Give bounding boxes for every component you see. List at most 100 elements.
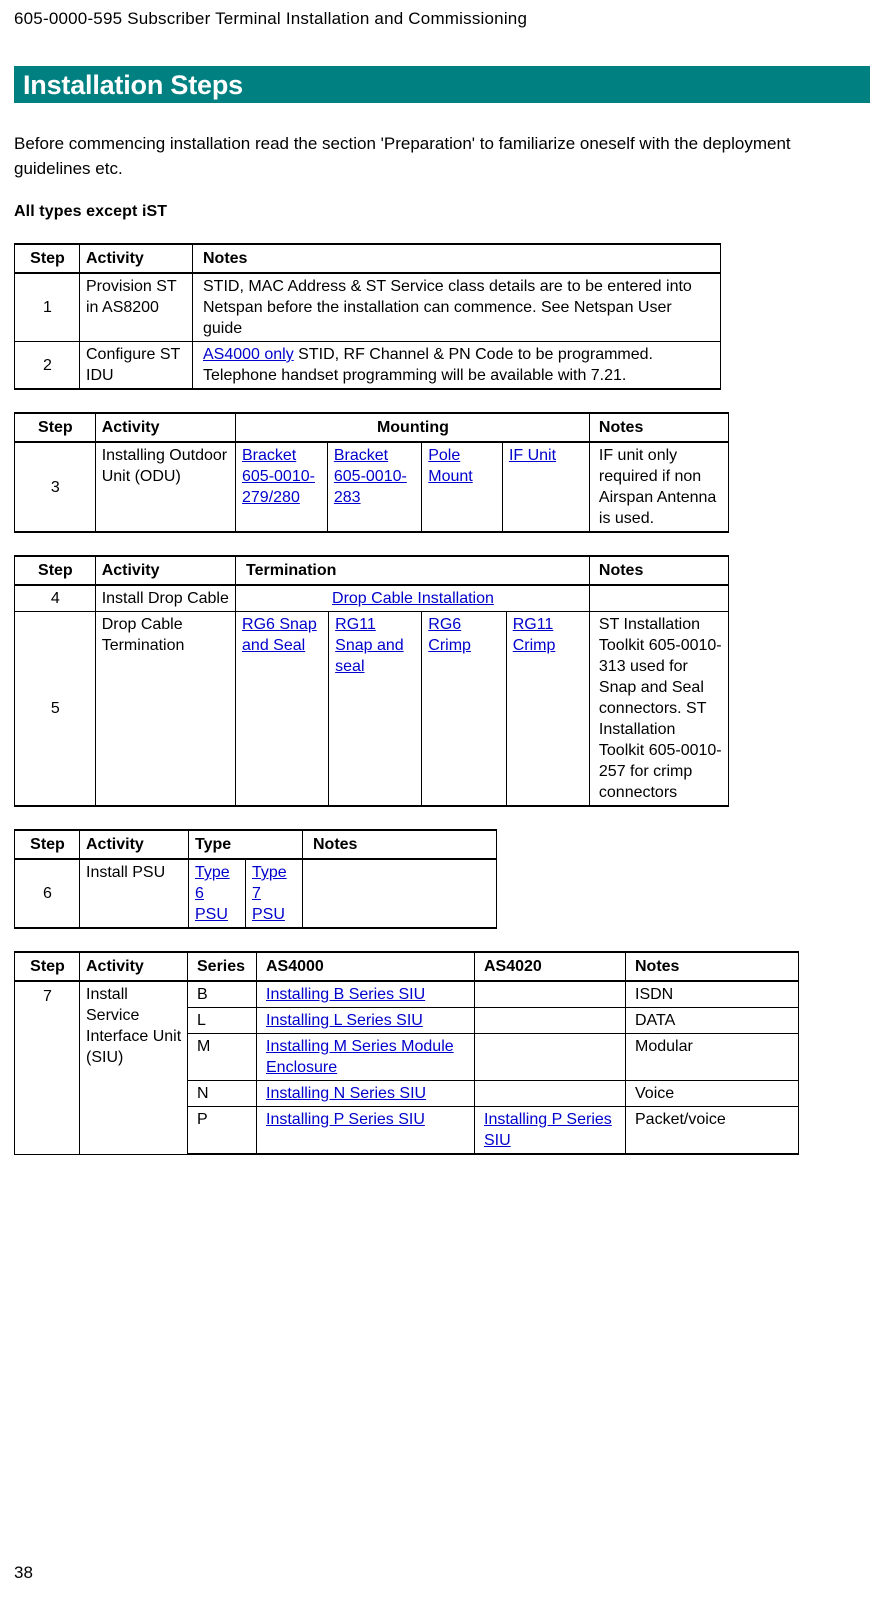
page-title: Installation Steps <box>23 69 243 100</box>
cell-activity: Installing Outdoor Unit (ODU) <box>94 441 237 533</box>
column-header-type: Type <box>188 829 303 860</box>
cell-series: B <box>187 980 257 1008</box>
link-rg6-crimp[interactable]: RG6 Crimp <box>428 616 471 654</box>
cell-as4020 <box>474 980 626 1008</box>
table-termination: Step Activity Termination Notes 4 Instal… <box>14 555 730 807</box>
cell-as4000: Installing N Series SIU <box>256 1080 475 1107</box>
table-header-row: Step Activity Mounting Notes <box>14 412 730 443</box>
column-header-activity: Activity <box>94 412 237 443</box>
column-header-activity: Activity <box>79 829 189 860</box>
column-header-activity: Activity <box>79 951 188 982</box>
cell-notes: DATA <box>625 1007 799 1034</box>
cell-activity: Drop Cable Termination <box>94 611 237 807</box>
column-header-as4020: AS4020 <box>474 951 626 982</box>
link-drop-cable-installation[interactable]: Drop Cable Installation <box>332 590 494 607</box>
cell-type-7: Type 7 PSU <box>245 858 303 929</box>
cell-termination-rg6-crimp: RG6 Crimp <box>421 611 507 807</box>
column-header-as4000: AS4000 <box>256 951 475 982</box>
table-header-row: Step Activity Termination Notes <box>14 555 730 586</box>
cell-series: M <box>187 1033 257 1081</box>
cell-notes: Voice <box>625 1080 799 1107</box>
cell-mounting-if-unit: IF Unit <box>501 441 590 533</box>
link-bracket-605-0010-283[interactable]: Bracket 605-0010-283 <box>334 447 407 506</box>
column-header-step: Step <box>14 829 80 860</box>
table-row: 5 Drop Cable Termination RG6 Snap and Se… <box>14 611 730 807</box>
link-if-unit[interactable]: IF Unit <box>509 447 556 464</box>
column-header-activity: Activity <box>94 555 237 586</box>
cell-series: L <box>187 1007 257 1034</box>
table-header-row: Step Activity Series AS4000 AS4020 Notes <box>14 951 799 982</box>
cell-step: 5 <box>14 611 96 807</box>
cell-step: 4 <box>14 584 96 612</box>
cell-as4000: Installing M Series Module Enclosure <box>256 1033 475 1081</box>
cell-termination-rg11-snap-seal: RG11 Snap and seal <box>328 611 423 807</box>
table-header-row: Step Activity Type Notes <box>14 829 497 860</box>
cell-notes: IF unit only required if non Airspan Ant… <box>588 441 730 533</box>
link-rg11-snap-and-seal[interactable]: RG11 Snap and seal <box>335 616 404 675</box>
link-bracket-605-0010-279-280[interactable]: Bracket 605-0010-279/280 <box>242 447 315 506</box>
link-as4000-only[interactable]: AS4000 only <box>203 346 294 363</box>
cell-as4020 <box>474 1033 626 1081</box>
table-provision-configure: Step Activity Notes 1 Provision ST in AS… <box>14 243 721 390</box>
link-installing-p-series-siu-as4000[interactable]: Installing P Series SIU <box>266 1111 425 1128</box>
cell-series: P <box>187 1106 257 1155</box>
link-rg6-snap-and-seal[interactable]: RG6 Snap and Seal <box>242 616 317 654</box>
cell-step: 7 <box>14 980 80 1155</box>
link-rg11-crimp[interactable]: RG11 Crimp <box>513 616 556 654</box>
column-header-step: Step <box>14 243 80 274</box>
cell-notes: STID, MAC Address & ST Service class det… <box>192 272 721 342</box>
cell-as4020: Installing P Series SIU <box>474 1106 626 1155</box>
cell-notes <box>302 858 497 929</box>
cell-notes-text-line2: Telephone handset programming will be av… <box>203 367 627 384</box>
link-type-6-psu[interactable]: Type 6 PSU <box>195 864 230 923</box>
table-siu: Step Activity Series AS4000 AS4020 Notes… <box>14 951 799 1155</box>
cell-step: 3 <box>14 441 96 533</box>
link-installing-l-series-siu[interactable]: Installing L Series SIU <box>266 1012 423 1029</box>
column-header-termination: Termination <box>235 555 590 586</box>
cell-activity: Provision ST in AS8200 <box>79 272 193 342</box>
column-header-series: Series <box>187 951 257 982</box>
cell-activity: Install PSU <box>79 858 189 929</box>
column-header-step: Step <box>14 412 96 443</box>
table-header-row: Step Activity Notes <box>14 243 721 274</box>
column-header-step: Step <box>14 951 80 982</box>
document-page: 605-0000-595 Subscriber Terminal Install… <box>0 0 886 1599</box>
link-installing-m-series-module-enclosure[interactable]: Installing M Series Module Enclosure <box>266 1038 454 1076</box>
column-header-notes: Notes <box>192 243 721 274</box>
cell-notes: AS4000 only STID, RF Channel & PN Code t… <box>192 341 721 390</box>
cell-notes-text: STID, RF Channel & PN Code to be program… <box>293 346 653 363</box>
table-row: 4 Install Drop Cable Drop Cable Installa… <box>14 584 730 612</box>
cell-step: 2 <box>14 341 80 390</box>
cell-step: 1 <box>14 272 80 342</box>
table-row: 1 Provision ST in AS8200 STID, MAC Addre… <box>14 272 721 342</box>
column-header-activity: Activity <box>79 243 193 274</box>
cell-notes: Modular <box>625 1033 799 1081</box>
cell-as4020 <box>474 1080 626 1107</box>
cell-notes: ISDN <box>625 980 799 1008</box>
cell-termination-rg11-crimp: RG11 Crimp <box>505 611 590 807</box>
table-psu: Step Activity Type Notes 6 Install PSU T… <box>14 829 497 929</box>
running-header: 605-0000-595 Subscriber Terminal Install… <box>14 9 528 28</box>
cell-mounting-bracket-283: Bracket 605-0010-283 <box>326 441 423 533</box>
link-installing-b-series-siu[interactable]: Installing B Series SIU <box>266 986 425 1003</box>
column-header-notes: Notes <box>625 951 799 982</box>
cell-mounting-bracket-279-280: Bracket 605-0010-279/280 <box>235 441 328 533</box>
cell-activity: Install Service Interface Unit (SIU) <box>79 980 188 1155</box>
cell-series: N <box>187 1080 257 1107</box>
link-installing-p-series-siu-as4020[interactable]: Installing P Series SIU <box>484 1111 612 1149</box>
cell-type-6: Type 6 PSU <box>188 858 246 929</box>
link-pole-mount[interactable]: Pole Mount <box>428 447 472 485</box>
cell-activity: Install Drop Cable <box>94 584 237 612</box>
subheading: All types except iST <box>14 203 168 220</box>
cell-as4000: Installing B Series SIU <box>256 980 475 1008</box>
link-installing-n-series-siu[interactable]: Installing N Series SIU <box>266 1085 426 1102</box>
column-header-notes: Notes <box>588 555 730 586</box>
column-header-notes: Notes <box>302 829 497 860</box>
table-mounting: Step Activity Mounting Notes 3 Installin… <box>14 412 730 533</box>
cell-step: 6 <box>14 858 80 929</box>
link-type-7-psu[interactable]: Type 7 PSU <box>252 864 287 923</box>
cell-termination-rg6-snap-seal: RG6 Snap and Seal <box>235 611 330 807</box>
cell-notes: ST Installation Toolkit 605-0010-313 use… <box>588 611 730 807</box>
section-title-bar: Installation Steps <box>14 66 870 103</box>
cell-mounting-pole-mount: Pole Mount <box>421 441 503 533</box>
